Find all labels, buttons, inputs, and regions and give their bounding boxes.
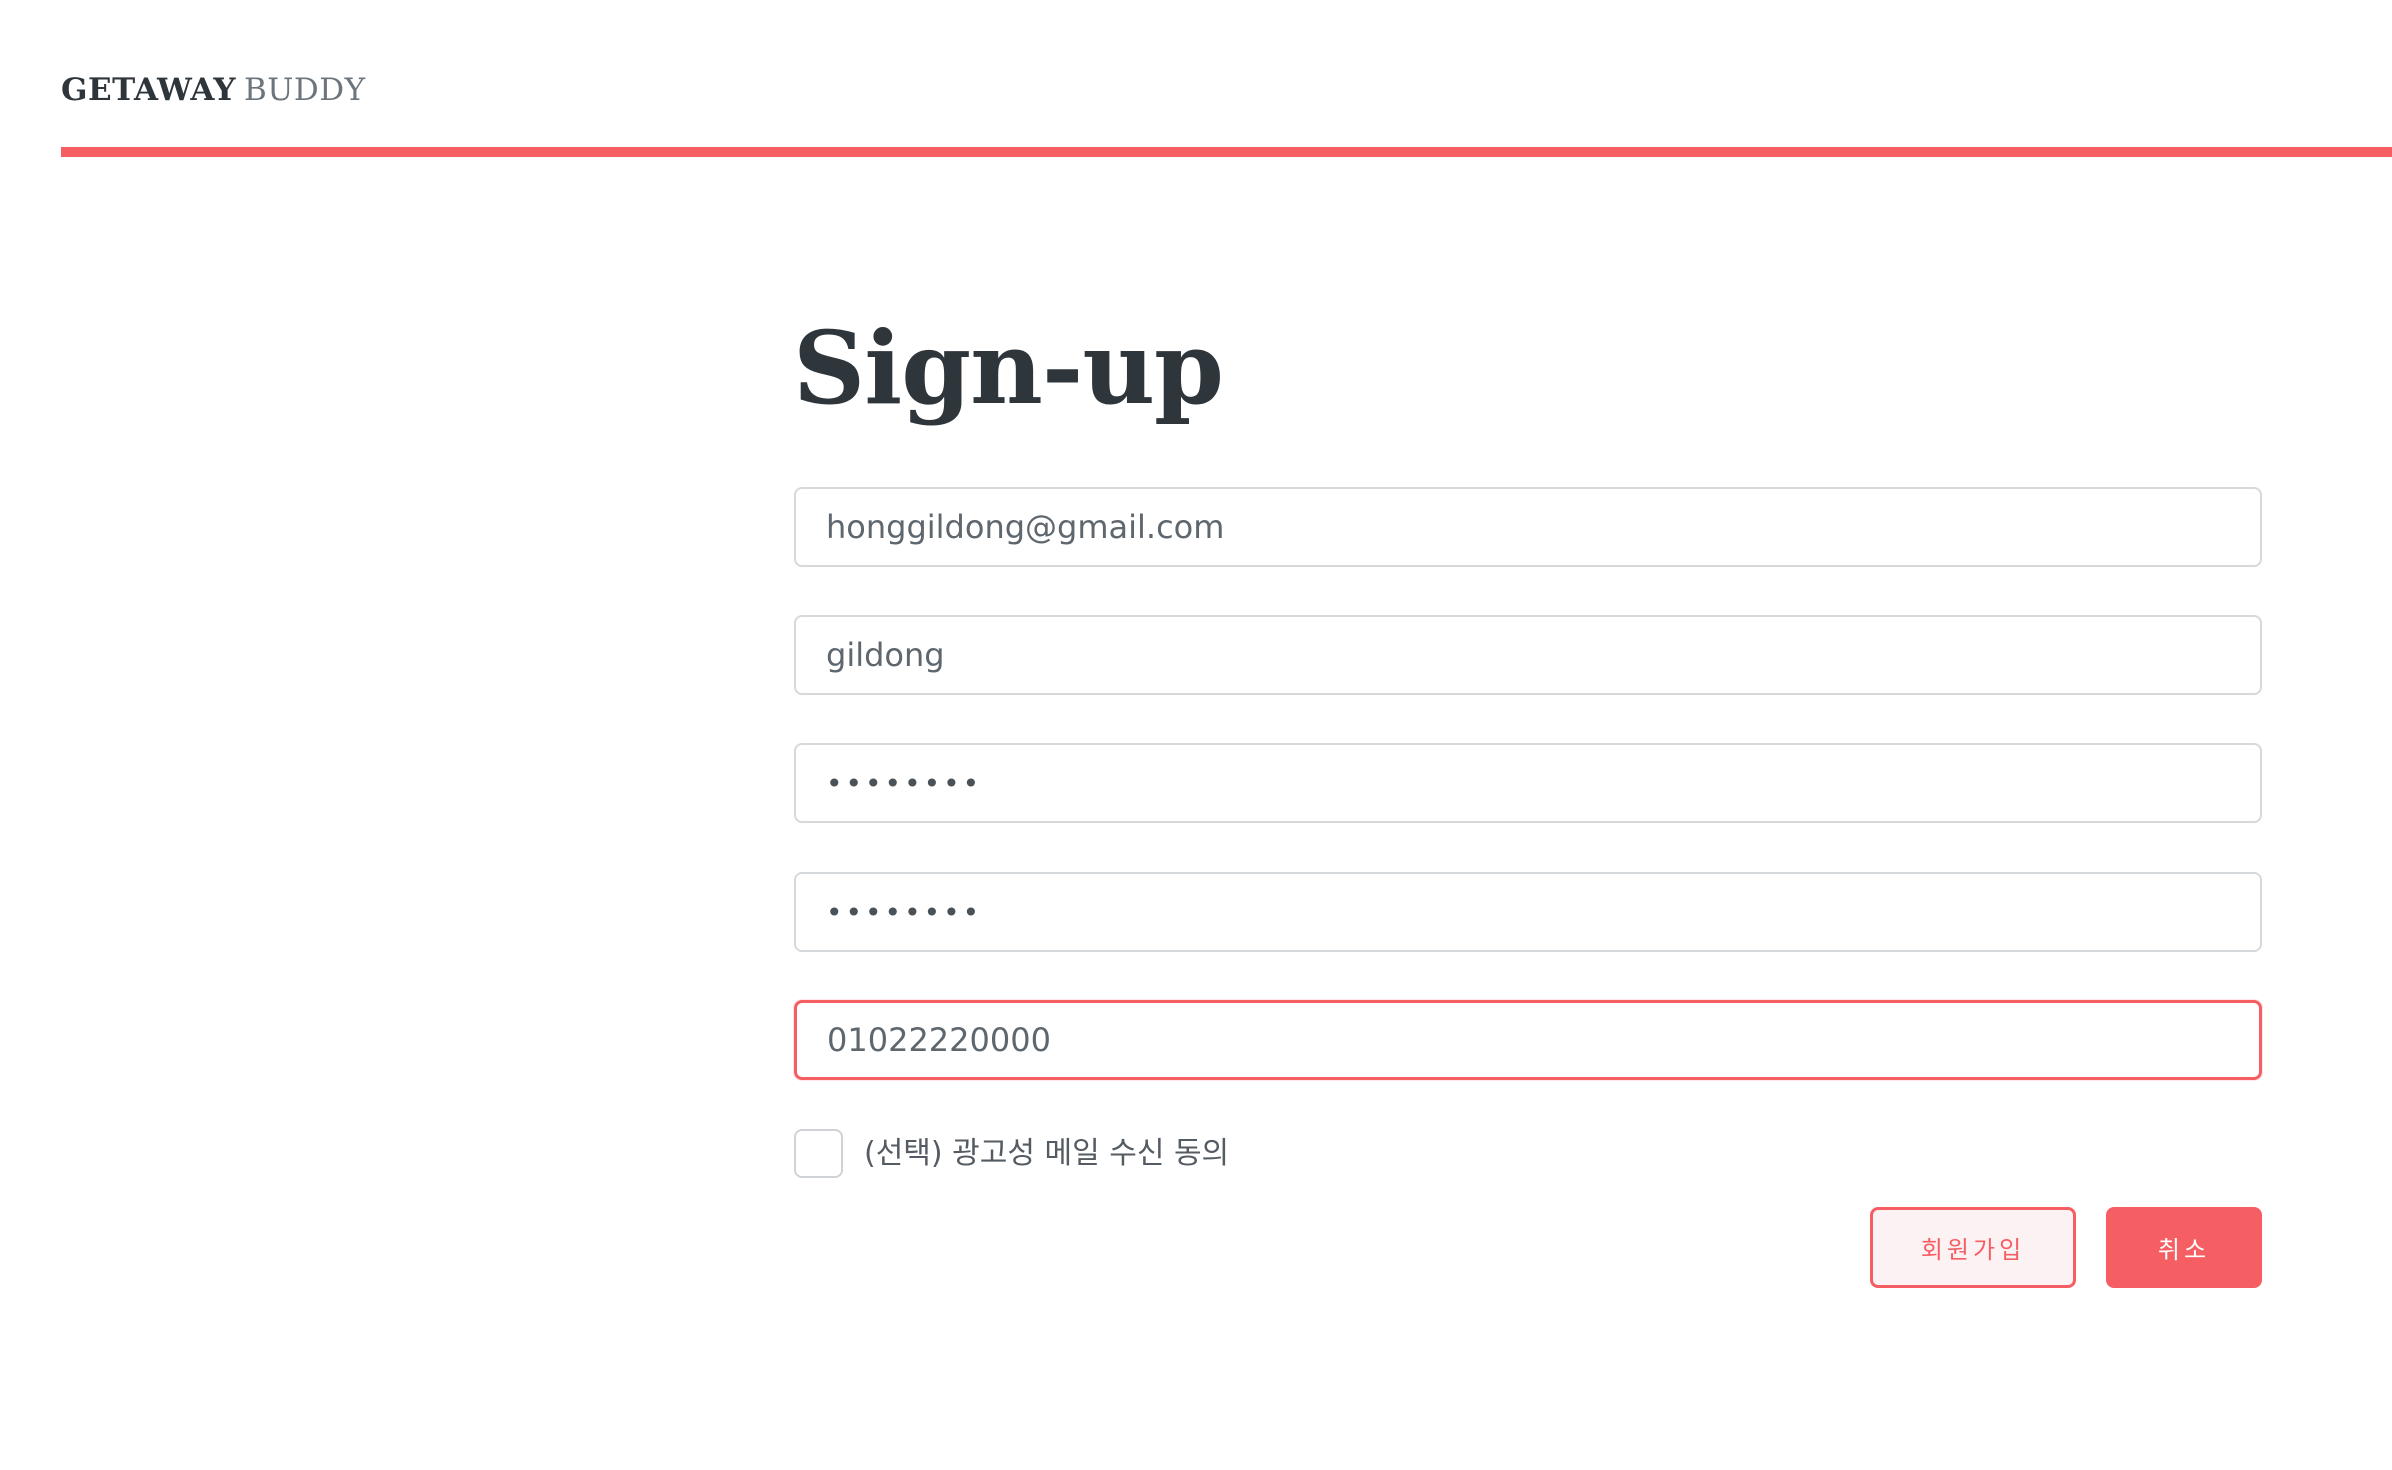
marketing-consent-label[interactable]: (선택) 광고성 메일 수신 동의 [864,1131,1229,1177]
header-divider [61,147,2392,157]
password-field[interactable] [794,743,2262,823]
phone-field[interactable] [794,1000,2262,1080]
marketing-consent-checkbox[interactable] [794,1129,843,1178]
cancel-button[interactable]: 취소 [2106,1207,2262,1288]
signup-button[interactable]: 회원가입 [1870,1207,2076,1288]
password-confirm-field[interactable] [794,872,2262,952]
email-field[interactable] [794,487,2262,567]
page-title: Sign-up [793,309,1224,427]
brand-secondary: BUDDY [243,72,366,108]
nickname-field[interactable] [794,615,2262,695]
brand-logo[interactable]: GETAWAY BUDDY [61,72,366,108]
brand-primary: GETAWAY [61,72,236,108]
